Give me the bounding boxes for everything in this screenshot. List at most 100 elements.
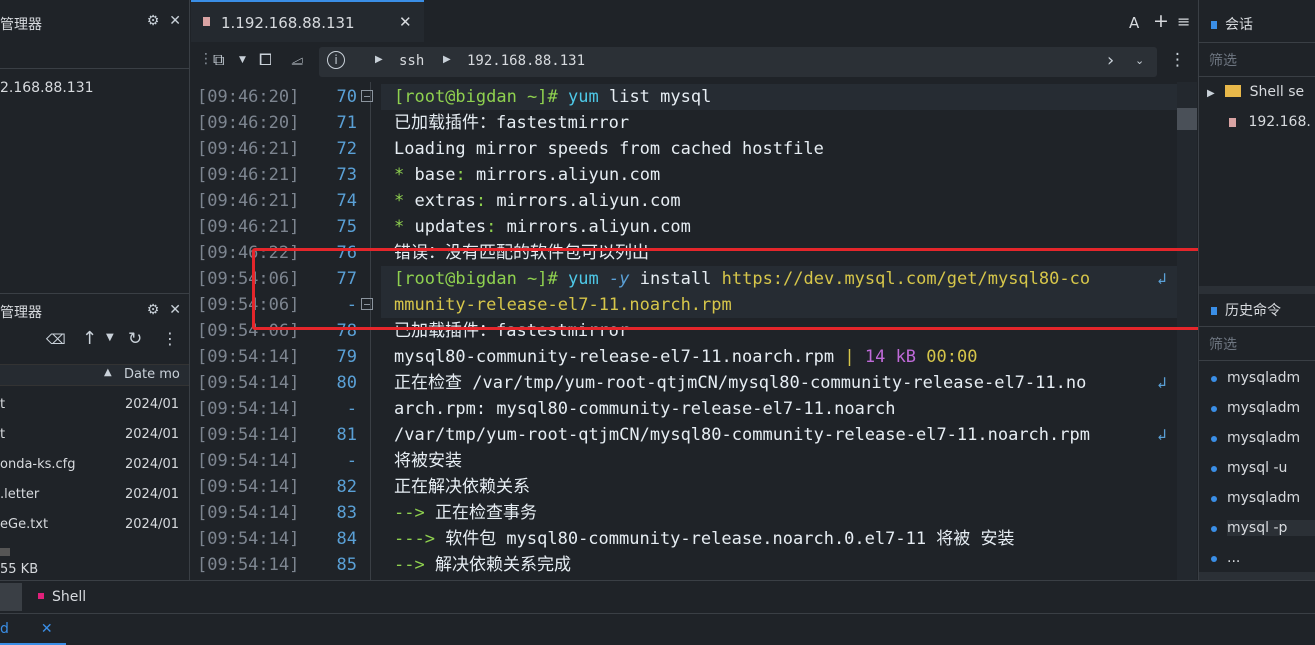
panel-icon — [1211, 307, 1217, 315]
arrow-marker: --> — [394, 555, 425, 575]
line-content: mmunity-release-el7-11.noarch.rpm — [394, 292, 732, 318]
terminal-toolbar: ⋮ ⧉ ▼ ⧠ ⧡ i ▶ ssh ▶ 192.168.88.131 › ⌄ ⋮ — [191, 42, 1197, 82]
filter-placeholder: 筛选 — [1209, 53, 1237, 69]
timestamp: [09:54:14] — [197, 373, 300, 393]
command-args: install — [639, 269, 712, 289]
line-number: 79 — [336, 347, 357, 367]
file-row[interactable]: .letter 2024/01 — [0, 480, 189, 510]
sessions-title: 会话 — [1225, 17, 1253, 33]
bottom-tab-shell[interactable]: Shell — [38, 589, 86, 605]
address-host[interactable]: 192.168.88.131 — [467, 53, 585, 69]
refresh-icon[interactable]: ↻ — [128, 329, 142, 349]
clear-icon[interactable]: ⌫ — [46, 332, 66, 348]
tree-host-label: 192.168. — [1248, 114, 1311, 130]
chevron-down-icon[interactable]: ▼ — [106, 332, 114, 343]
file-date: 2024/01 — [125, 517, 180, 532]
history-item[interactable]: mysqladm — [1211, 370, 1300, 386]
close-icon[interactable]: ✕ — [169, 13, 181, 29]
chevron-right-icon[interactable]: ▶ — [1207, 88, 1215, 99]
session-item-host[interactable]: 2.168.88.131 — [0, 80, 94, 96]
chevron-right-icon[interactable]: › — [1107, 50, 1114, 71]
history-item[interactable]: mysql -u — [1211, 460, 1287, 476]
command-name: yum — [568, 87, 599, 107]
line-content: * base: mirrors.aliyun.com — [394, 165, 661, 185]
terminal-line: [09:54:14] 82 正在解决依赖关系 — [191, 474, 1191, 500]
address-protocol[interactable]: ssh — [399, 53, 424, 69]
line-number: - — [346, 451, 357, 471]
bottom-tab-active[interactable]: d ✕ — [0, 621, 53, 637]
timestamp: [09:46:21] — [197, 217, 300, 237]
gear-icon[interactable]: ⚙ — [147, 302, 160, 318]
bottom-tab-shell-label: Shell — [52, 589, 87, 605]
terminal-line: [09:46:21] 72 Loading mirror speeds from c… — [191, 136, 1191, 162]
tab-session[interactable]: 1.192.168.88.131 ✕ — [191, 0, 424, 42]
file-row[interactable]: t 2024/01 — [0, 420, 189, 450]
chevron-down-icon[interactable]: ▼ — [239, 55, 246, 65]
line-content: 将被安装 — [394, 448, 462, 474]
tree-folder-item[interactable]: ▶ Shell se — [1207, 84, 1315, 104]
line-content: 正在解决依赖关系 — [394, 474, 530, 500]
close-icon[interactable]: ✕ — [41, 621, 53, 637]
line-number: 82 — [336, 477, 357, 497]
file-row[interactable]: t 2024/01 — [0, 390, 189, 420]
line-number: - — [346, 399, 357, 419]
timestamp: [09:54:14] — [197, 347, 300, 367]
column-header-date[interactable]: Date mo — [124, 367, 180, 382]
up-arrow-icon[interactable]: ↑ — [82, 328, 97, 349]
line-text: 错误：没有匹配的软件包可以列出 — [394, 243, 649, 263]
terminal-line: [09:54:14] 83 --> 正在检查事务 — [191, 500, 1191, 526]
disconnect-icon[interactable]: ⧠ — [259, 50, 272, 70]
terminal-line: [09:54:06] 77 [root@bigdan ~]# yum -y inst… — [191, 266, 1191, 292]
caret-right-icon: ▶ — [443, 54, 451, 65]
new-session-icon[interactable]: ⧉ — [213, 50, 224, 70]
history-item[interactable]: mysqladm — [1211, 490, 1300, 506]
line-text: 已加载插件：fastestmirror — [394, 321, 630, 341]
line-number: 77 — [336, 269, 357, 289]
line-content: --> 正在检查事务 — [394, 500, 537, 526]
arrow-marker: --> — [394, 503, 425, 523]
history-filter-input[interactable]: 筛选 — [1207, 330, 1312, 360]
add-tab-button[interactable]: + — [1153, 10, 1169, 32]
tree-host-item[interactable]: 192.168. — [1229, 114, 1315, 134]
bullet-icon — [1211, 436, 1217, 442]
timestamp: [09:46:20] — [197, 87, 300, 107]
more-icon[interactable]: ⋮ — [1169, 50, 1186, 70]
history-item[interactable]: mysqladm — [1211, 400, 1300, 416]
sort-up-icon[interactable]: ▲ — [104, 367, 112, 378]
horizontal-scrollbar[interactable] — [0, 548, 10, 556]
timestamp: [09:54:14] — [197, 399, 300, 419]
fold-toggle-icon[interactable] — [361, 298, 373, 310]
caret-right-icon: ▶ — [375, 54, 383, 65]
bullet-icon — [1211, 496, 1217, 502]
history-item[interactable]: ... — [1211, 550, 1240, 566]
sessions-panel-header: 会话 — [1211, 14, 1253, 34]
bullet-icon — [1211, 526, 1217, 532]
session-filter-input[interactable]: 筛选 — [1207, 46, 1312, 76]
line-content: 已加载插件：fastestmirror — [394, 110, 629, 136]
fold-toggle-icon[interactable] — [361, 90, 373, 102]
bottom-tab-left[interactable] — [0, 583, 22, 611]
reconnect-icon[interactable]: ⧡ — [291, 50, 303, 70]
tab-menu-button[interactable]: ≡ — [1177, 12, 1190, 31]
horizontal-scrollbar[interactable] — [1199, 286, 1315, 294]
drag-handle-icon[interactable]: ⋮ — [199, 51, 213, 67]
line-content: [root@bigdan ~]# yum -y install https://… — [394, 266, 1090, 292]
more-icon[interactable]: ⋮ — [162, 329, 178, 348]
font-button[interactable]: A — [1129, 14, 1139, 32]
address-bar[interactable]: i ▶ ssh ▶ 192.168.88.131 › ⌄ — [319, 47, 1157, 77]
history-item[interactable]: mysqladm — [1211, 430, 1300, 446]
file-name: t — [0, 397, 6, 412]
terminal-line: [09:54:14] 81/var/tmp/yum-root-qtjmCN/mys… — [191, 422, 1191, 448]
timestamp: [09:54:06] — [197, 269, 300, 289]
terminal-output[interactable]: [09:46:20] 70 [root@bigdan ~]# yum list my… — [191, 82, 1197, 580]
chevron-down-icon[interactable]: ⌄ — [1135, 54, 1144, 67]
history-item[interactable]: mysql -p — [1211, 520, 1315, 536]
horizontal-scrollbar[interactable] — [1199, 572, 1315, 580]
file-row[interactable]: eGe.txt 2024/01 — [0, 510, 189, 540]
tab-close-icon[interactable]: ✕ — [399, 13, 412, 31]
info-icon[interactable]: i — [327, 51, 345, 69]
terminal-line: [09:54:14] 80 正在检查 /var/tmp/yum-root-qtjmC… — [191, 370, 1191, 396]
close-icon[interactable]: ✕ — [169, 302, 181, 318]
gear-icon[interactable]: ⚙ — [147, 13, 160, 29]
file-row[interactable]: onda-ks.cfg 2024/01 — [0, 450, 189, 480]
